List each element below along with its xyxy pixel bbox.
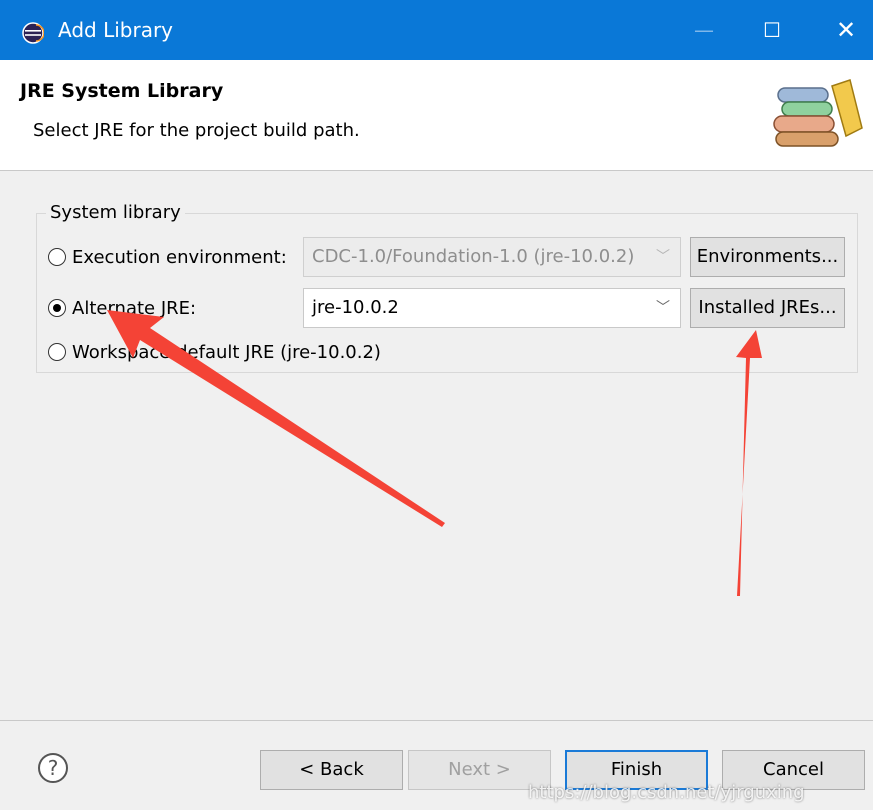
radio-execution-environment[interactable] (48, 248, 66, 266)
alternate-jre-label: Alternate JRE: (72, 297, 197, 319)
alternate-jre-select[interactable]: jre-10.0.2 ﹀ (303, 288, 681, 328)
help-icon[interactable]: ? (37, 752, 69, 784)
environments-button[interactable]: Environments... (690, 237, 845, 277)
page-title: JRE System Library (20, 80, 224, 102)
wizard-header: JRE System Library Select JRE for the pr… (0, 60, 873, 171)
svg-text:?: ? (48, 756, 59, 780)
window-title: Add Library (58, 18, 174, 42)
footer-separator (0, 720, 873, 721)
execution-environment-option[interactable]: Execution environment: (48, 243, 287, 271)
workspace-default-jre-label: Workspace default JRE (jre-10.0.2) (72, 341, 381, 363)
execution-environment-select: CDC-1.0/Foundation-1.0 (jre-10.0.2) ﹀ (303, 237, 681, 277)
back-button[interactable]: < Back (260, 750, 403, 790)
title-bar: Add Library — ☐ ✕ (0, 0, 873, 60)
system-library-legend: System library (46, 202, 185, 223)
library-books-icon (773, 79, 863, 147)
execution-environment-label: Execution environment: (72, 246, 287, 268)
workspace-default-jre-option[interactable]: Workspace default JRE (jre-10.0.2) (48, 338, 381, 366)
chevron-down-icon: ﹀ (656, 300, 670, 316)
alternate-jre-option[interactable]: Alternate JRE: (48, 294, 196, 322)
chevron-down-icon: ﹀ (656, 249, 670, 265)
alternate-jre-value: jre-10.0.2 (312, 297, 399, 318)
watermark-text: https://blog.csdn.net/yjrguxing (528, 782, 805, 803)
radio-alternate-jre[interactable] (48, 299, 66, 317)
execution-environment-value: CDC-1.0/Foundation-1.0 (jre-10.0.2) (312, 246, 635, 267)
eclipse-icon (22, 22, 44, 44)
close-button[interactable]: ✕ (823, 8, 869, 52)
installed-jres-button[interactable]: Installed JREs... (690, 288, 845, 328)
radio-workspace-default-jre[interactable] (48, 343, 66, 361)
minimize-button[interactable]: — (681, 8, 727, 52)
maximize-button[interactable]: ☐ (749, 8, 795, 52)
page-description: Select JRE for the project build path. (33, 120, 360, 141)
